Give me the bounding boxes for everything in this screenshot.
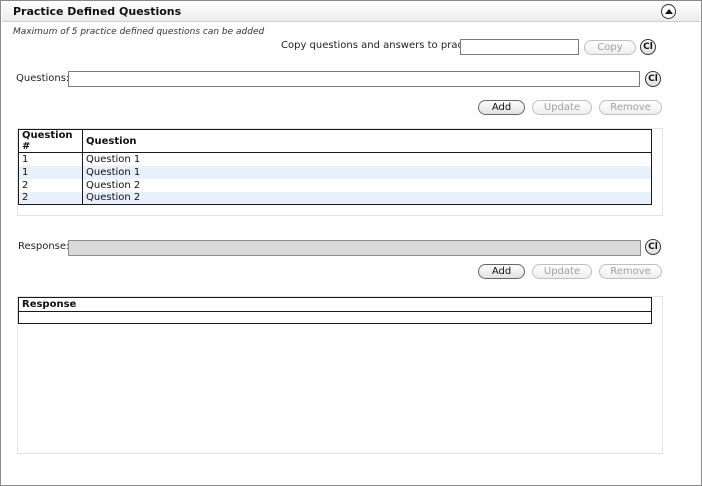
question-remove-button[interactable]: Remove: [599, 100, 662, 115]
response-input[interactable]: [68, 240, 641, 256]
table-row[interactable]: 1 Question 1: [18, 165, 652, 179]
response-remove-button[interactable]: Remove: [599, 264, 662, 279]
response-cell: [18, 311, 652, 324]
response-add-button[interactable]: Add: [478, 264, 525, 279]
questions-input[interactable]: [68, 71, 640, 87]
questions-label: Questions:: [16, 73, 70, 84]
copy-clear-button[interactable]: Cl: [640, 39, 656, 55]
copy-to-practice-label: Copy questions and answers to practice:: [281, 40, 485, 51]
table-row[interactable]: [18, 311, 652, 324]
question-add-button[interactable]: Add: [478, 100, 525, 115]
question-number-cell: 2: [18, 191, 83, 205]
copy-to-practice-input[interactable]: [460, 39, 579, 55]
column-header-question-number[interactable]: Question #: [18, 129, 83, 153]
question-text-cell: Question 2: [82, 191, 652, 205]
response-clear-button[interactable]: Cl: [645, 239, 661, 255]
question-number-cell: 1: [18, 165, 83, 179]
questions-clear-button[interactable]: Cl: [645, 71, 661, 87]
questions-grid: Question # Question 1 Question 1 1 Quest…: [17, 128, 663, 216]
question-text-cell: Question 1: [82, 152, 652, 166]
table-row[interactable]: 2 Question 2: [18, 178, 652, 192]
question-number-cell: 1: [18, 152, 83, 166]
column-header-response[interactable]: Response: [18, 297, 652, 312]
column-header-question[interactable]: Question: [82, 129, 652, 153]
responses-grid: Response: [17, 296, 663, 454]
question-number-cell: 2: [18, 178, 83, 192]
panel-header: Practice Defined Questions: [2, 2, 700, 22]
question-text-cell: Question 2: [82, 178, 652, 192]
max-questions-note: Maximum of 5 practice defined questions …: [13, 27, 265, 37]
question-update-button[interactable]: Update: [532, 100, 592, 115]
question-text-cell: Question 1: [82, 165, 652, 179]
response-update-button[interactable]: Update: [532, 264, 592, 279]
table-row[interactable]: 1 Question 1: [18, 152, 652, 166]
panel-title: Practice Defined Questions: [13, 5, 182, 18]
response-label: Response:: [18, 241, 70, 252]
collapse-up-icon[interactable]: [661, 4, 676, 19]
practice-defined-questions-panel: Practice Defined Questions Maximum of 5 …: [0, 0, 702, 486]
table-row[interactable]: 2 Question 2: [18, 191, 652, 205]
copy-button[interactable]: Copy: [584, 40, 636, 55]
